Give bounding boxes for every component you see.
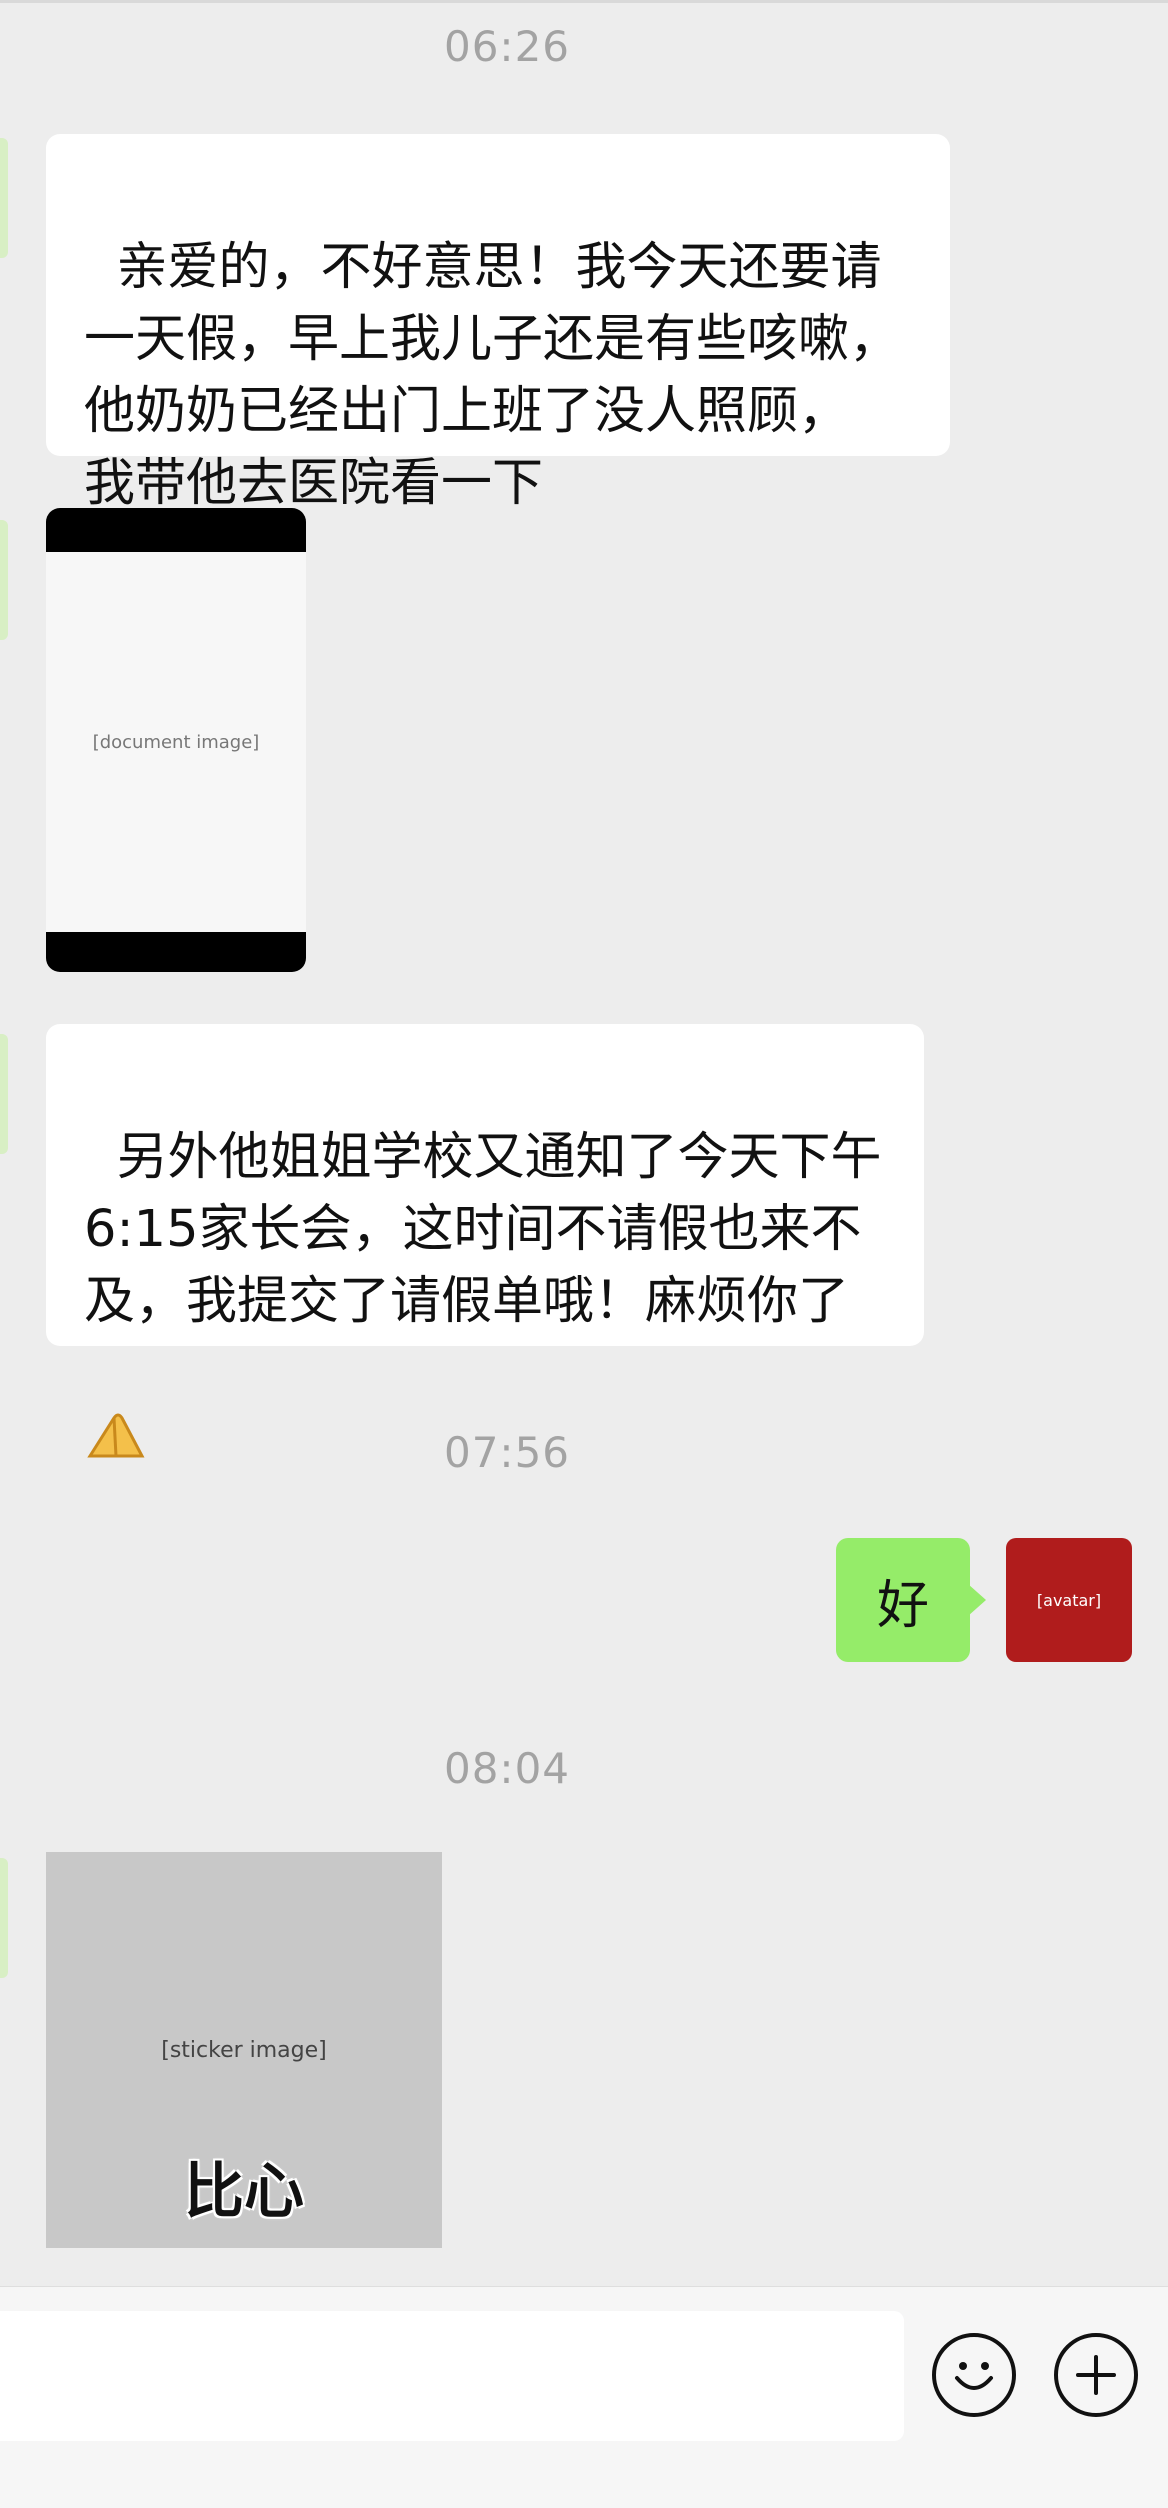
incoming-indicator: [0, 1858, 8, 1978]
message-bubble-incoming[interactable]: 另外他姐姐学校又通知了今天下午 6:15家长会，这时间不请假也来不 及，我提交了…: [46, 1024, 924, 1458]
document-image-placeholder: [document image]: [46, 552, 306, 932]
emoji-icon[interactable]: [932, 2333, 1016, 2417]
input-bar: [0, 2286, 1168, 2508]
incoming-indicator: [0, 1034, 8, 1154]
sticker-caption: 比心: [184, 2157, 304, 2227]
message-text: 亲爱的，不好意思！我今天还要请 一天假，早上我儿子还是有些咳嗽， 他奶奶已经出门…: [84, 238, 901, 513]
message-input[interactable]: [0, 2311, 904, 2441]
message-bubble-outgoing[interactable]: 好: [836, 1538, 986, 1662]
plus-icon[interactable]: [1054, 2333, 1138, 2417]
top-divider: [0, 0, 1168, 3]
timestamp: 08:04: [443, 1744, 571, 1793]
message-text: 另外他姐姐学校又通知了今天下午 6:15家长会，这时间不请假也来不 及，我提交了…: [84, 1128, 882, 1331]
incoming-indicator: [0, 138, 8, 258]
avatar[interactable]: [avatar]: [1006, 1538, 1132, 1662]
image-message-document[interactable]: [document image]: [46, 508, 306, 972]
incoming-indicator: [0, 520, 8, 640]
sticker-message[interactable]: [sticker image] 比心: [46, 1852, 442, 2248]
timestamp: 07:56: [443, 1428, 571, 1477]
message-bubble-incoming[interactable]: 亲爱的，不好意思！我今天还要请 一天假，早上我儿子还是有些咳嗽， 他奶奶已经出门…: [46, 134, 950, 513]
sticker-image-placeholder: [sticker image]: [161, 2037, 327, 2063]
folded-hands-emoji: [84, 1260, 148, 1458]
message-text: 好: [876, 1575, 929, 1636]
timestamp: 06:26: [443, 22, 571, 71]
